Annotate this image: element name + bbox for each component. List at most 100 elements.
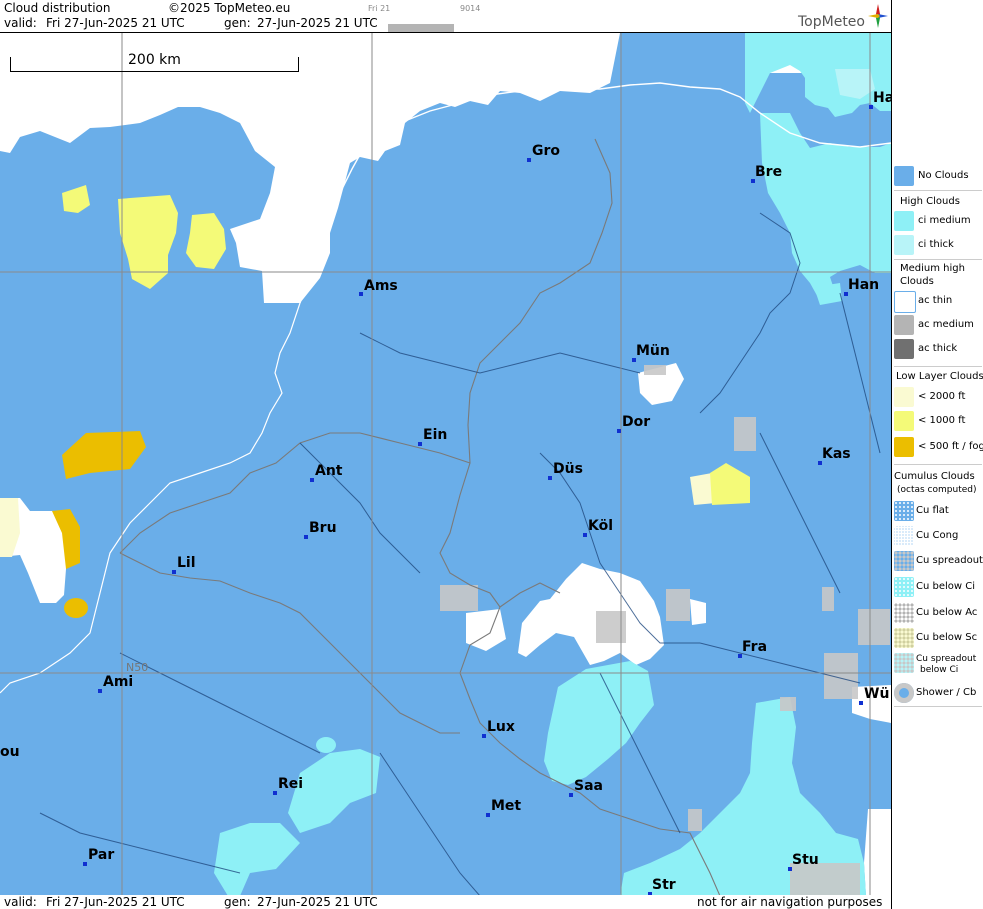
legend-divider <box>894 706 982 707</box>
legend-label: below Ci <box>920 665 959 675</box>
city-label: Mün <box>636 343 670 359</box>
low-cloud-yellow-1 <box>118 195 178 289</box>
city-marker <box>617 429 621 433</box>
city-label: Ami <box>103 674 134 690</box>
legend-divider <box>894 464 982 465</box>
city-marker <box>486 813 490 817</box>
footer-gen-time: 27-Jun-2025 21 UTC <box>257 895 378 909</box>
city-marker <box>583 533 587 537</box>
legend-label: < 1000 ft <box>918 415 966 426</box>
white-cloud-center-2 <box>466 609 506 651</box>
topmeteo-logo: TopMeteo <box>798 14 865 30</box>
legend-low-500: < 500 ft / fog <box>892 436 983 458</box>
gen-time: 27-Jun-2025 21 UTC <box>257 16 378 30</box>
city-label: Gro <box>532 143 561 159</box>
copyright: ©2025 TopMeteo.eu <box>168 1 291 15</box>
legend-swatch <box>894 628 914 648</box>
white-cloud-se <box>864 809 891 896</box>
legend-section-medium-2: Clouds <box>900 276 934 287</box>
legend-swatch <box>894 387 914 407</box>
legend-low-1000: < 1000 ft <box>892 410 983 432</box>
legend-cu-spreadout: Cu spreadout <box>892 550 983 572</box>
legend-swatch <box>894 577 914 597</box>
legend-label: ci medium <box>918 215 971 226</box>
legend-label: Shower / Cb <box>916 687 977 698</box>
city-label: Ams <box>364 278 398 294</box>
legend-label: Cu below Ac <box>916 607 978 618</box>
city-label: Fra <box>742 639 768 655</box>
city-label: Bru <box>309 520 337 536</box>
ci-cloud-southwest-2 <box>214 823 300 896</box>
map-title: Cloud distribution <box>4 1 111 15</box>
legend-cu-spreadout-below-ci: Cu spreadout below Ci <box>892 652 983 680</box>
legend-ac-thin: ac thin <box>892 290 983 313</box>
legend-label: Cu below Sc <box>916 632 978 643</box>
legend-label: ac thin <box>918 295 953 306</box>
legend-divider <box>894 259 982 260</box>
city-label: Rei <box>278 776 304 792</box>
city-marker <box>859 701 863 705</box>
city-label: Ha <box>873 90 891 106</box>
city-label: Str <box>652 877 676 893</box>
footer-valid-label: valid: <box>4 895 37 909</box>
legend-swatch <box>894 603 914 623</box>
legend-ac-medium: ac medium <box>892 314 983 336</box>
low-cloud-yellow-3 <box>62 185 90 213</box>
header-bar: Cloud distribution ©2025 TopMeteo.eu Fri… <box>0 0 891 32</box>
legend-swatch <box>894 437 914 457</box>
legend-label: ac thick <box>918 343 958 354</box>
city-label: Han <box>848 277 880 293</box>
city-label: Ein <box>423 427 448 443</box>
low-cloud-orange-3 <box>64 598 88 618</box>
city-label: Saa <box>574 778 603 794</box>
footer-gen-label: gen: <box>224 895 251 909</box>
legend-no-clouds: No Clouds <box>892 165 983 187</box>
header-code-1: Fri 21 <box>368 4 391 13</box>
city-marker <box>273 791 277 795</box>
legend-swatch <box>894 526 914 546</box>
city-label: Lil <box>177 555 196 571</box>
legend-label: Cu spreadout <box>916 654 977 664</box>
valid-time: Fri 27-Jun-2025 21 UTC <box>46 16 185 30</box>
legend-swatch <box>894 683 914 703</box>
low-cloud-yellow-4 <box>710 463 750 505</box>
city-marker <box>548 476 552 480</box>
footer-bar: valid: Fri 27-Jun-2025 21 UTC gen: 27-Ju… <box>0 895 891 909</box>
legend-label: No Clouds <box>918 170 969 181</box>
city-marker <box>304 535 308 539</box>
ci-cloud-west-small <box>316 737 336 753</box>
header-code-2: 9014 <box>460 4 481 13</box>
cloud-map[interactable]: 200 km N50 Gro Bre Ha Ams Han Mün Dor Ei… <box>0 32 891 897</box>
legend-section-high: High Clouds <box>900 196 960 207</box>
legend-shower-cb: Shower / Cb <box>892 682 983 704</box>
footer-disclaimer: not for air navigation purposes <box>697 895 883 909</box>
legend-swatch <box>894 551 914 571</box>
legend-ci-thick: ci thick <box>892 234 983 256</box>
city-label: Köl <box>588 518 614 534</box>
valid-label: valid: <box>4 16 37 30</box>
city-marker <box>310 478 314 482</box>
legend-label: ci thick <box>918 239 954 250</box>
white-cloud-center <box>518 563 664 665</box>
legend-label: < 2000 ft <box>918 391 966 402</box>
legend-swatch <box>894 211 914 231</box>
city-marker <box>418 442 422 446</box>
legend-ac-thick: ac thick <box>892 338 983 360</box>
legend-swatch <box>894 339 914 359</box>
legend-divider <box>894 190 982 191</box>
legend-label: Cu Cong <box>916 530 959 541</box>
legend-cu-cong: Cu Cong <box>892 525 983 547</box>
gen-label: gen: <box>224 16 251 30</box>
legend-octas: (octas computed) <box>897 485 977 495</box>
legend-section-low: Low Layer Clouds <box>896 371 983 382</box>
legend-label: ac medium <box>918 319 974 330</box>
city-label: Lux <box>487 719 515 735</box>
legend-cu-below-sc: Cu below Sc <box>892 627 983 649</box>
legend-low-2000: < 2000 ft <box>892 386 983 408</box>
legend-swatch <box>894 501 914 521</box>
legend-label: Cu spreadout <box>916 555 983 566</box>
latitude-label: N50 <box>126 661 149 674</box>
city-marker <box>482 734 486 738</box>
legend-cu-below-ac: Cu below Ac <box>892 602 983 624</box>
city-marker <box>83 862 87 866</box>
